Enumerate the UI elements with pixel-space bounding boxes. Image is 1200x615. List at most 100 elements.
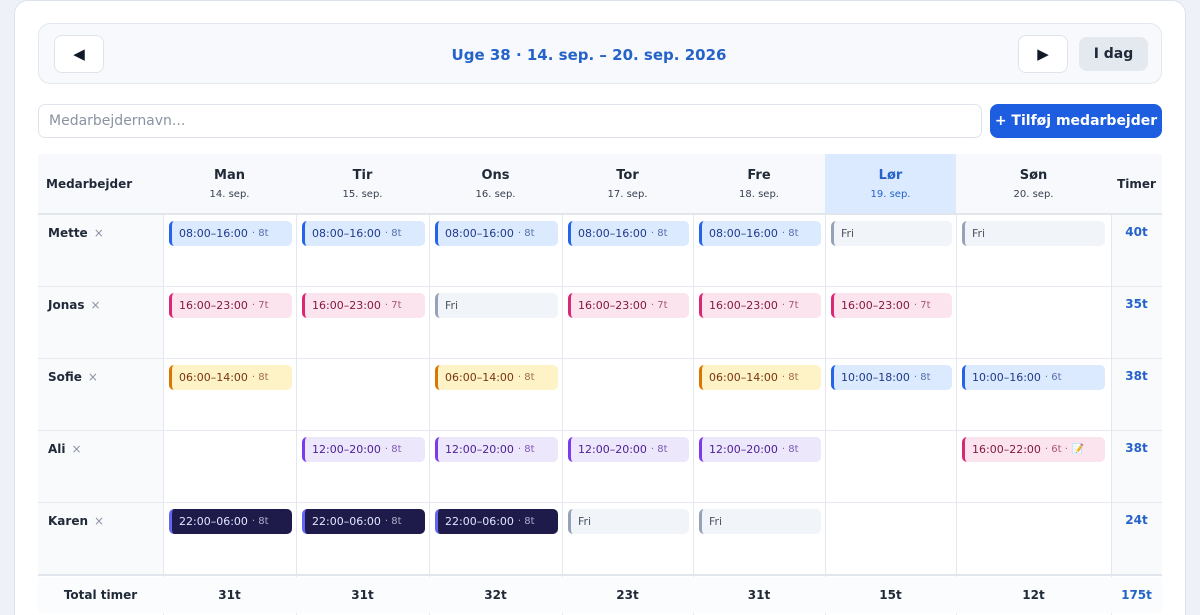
shift-hours: · 8t: [251, 228, 269, 239]
day-date: 20. sep.: [1013, 189, 1054, 200]
employee-name: Karen: [48, 514, 88, 528]
remove-employee-icon[interactable]: ×: [94, 226, 104, 240]
day-name: Lør: [878, 168, 903, 183]
shift-time: 10:00–18:00: [841, 371, 910, 384]
remove-employee-icon[interactable]: ×: [94, 514, 104, 528]
shift-slot[interactable]: [956, 502, 1111, 574]
shift-chip[interactable]: 16:00–23:00 · 7t: [568, 293, 689, 318]
next-week-button[interactable]: ▶: [1018, 35, 1068, 73]
row-divider: [38, 286, 1162, 287]
shift-slot[interactable]: [296, 358, 429, 430]
shift-hours: · 7t: [650, 300, 668, 311]
today-button[interactable]: I dag: [1079, 37, 1148, 71]
remove-employee-icon[interactable]: ×: [91, 298, 101, 312]
shift-chip[interactable]: 16:00–23:00 · 7t: [169, 293, 292, 318]
row-divider: [38, 213, 1162, 215]
employee-total-hours: 35t: [1111, 286, 1162, 358]
shift-chip[interactable]: 16:00–23:00 · 7t: [302, 293, 425, 318]
day-off-chip[interactable]: Fri: [435, 293, 558, 318]
shift-time: 22:00–06:00: [445, 515, 514, 528]
day-total-hours: 31t: [351, 588, 374, 602]
shift-chip[interactable]: 08:00–16:00 · 8t: [169, 221, 292, 246]
day-off-chip[interactable]: Fri: [962, 221, 1105, 246]
shift-chip[interactable]: 08:00–16:00 · 8t: [699, 221, 821, 246]
shift-chip[interactable]: 06:00–14:00 · 8t: [699, 365, 821, 390]
shift-time: 12:00–20:00: [312, 443, 381, 456]
shift-chip[interactable]: 06:00–14:00 · 8t: [435, 365, 558, 390]
employee-cell: Sofie ×: [38, 358, 163, 430]
employee-cell: Jonas ×: [38, 286, 163, 358]
shift-chip[interactable]: 16:00–23:00 · 7t: [831, 293, 952, 318]
shift-chip[interactable]: 08:00–16:00 · 8t: [568, 221, 689, 246]
employee-cell: Karen ×: [38, 502, 163, 574]
shift-time: 22:00–06:00: [179, 515, 248, 528]
day-off-chip[interactable]: Fri: [699, 509, 821, 534]
shift-hours: · 7t: [384, 300, 402, 311]
week-title: Uge 38 · 14. sep. – 20. sep. 2026: [451, 45, 727, 64]
shift-chip[interactable]: 12:00–20:00 · 8t: [568, 437, 689, 462]
day-header-3: Tor 17. sep.: [562, 154, 693, 214]
day-name: Man: [214, 168, 245, 183]
shift-time: 16:00–23:00: [179, 299, 248, 312]
column-divider: [429, 214, 430, 615]
shift-chip[interactable]: 22:00–06:00 · 8t: [302, 509, 425, 534]
employee-total-hours: 24t: [1111, 502, 1162, 574]
shift-chip[interactable]: 08:00–16:00 · 8t: [435, 221, 558, 246]
shift-chip[interactable]: 12:00–20:00 · 8t: [302, 437, 425, 462]
shift-hours: · 6t ·: [1044, 444, 1068, 455]
day-header-6: Søn 20. sep.: [956, 154, 1111, 214]
day-total-hours: 23t: [616, 588, 639, 602]
shift-chip[interactable]: 08:00–16:00 · 8t: [302, 221, 425, 246]
shift-chip[interactable]: 22:00–06:00 · 8t: [435, 509, 558, 534]
shift-time: 16:00–23:00: [312, 299, 381, 312]
employee-total-hours: 38t: [1111, 430, 1162, 502]
shift-time: 12:00–20:00: [709, 443, 778, 456]
shift-time: 08:00–16:00: [445, 227, 514, 240]
day-off-chip[interactable]: Fri: [831, 221, 952, 246]
employee-column-header: Medarbejder: [38, 154, 163, 214]
remove-employee-icon[interactable]: ×: [72, 442, 82, 456]
triangle-right-icon: ▶: [1037, 45, 1049, 63]
shift-chip[interactable]: 12:00–20:00 · 8t: [699, 437, 821, 462]
shift-hours: · 8t: [517, 228, 535, 239]
grand-total-hours: 175t: [1121, 588, 1152, 602]
shift-slot[interactable]: [825, 502, 956, 574]
shift-chip[interactable]: 06:00–14:00 · 8t: [169, 365, 292, 390]
shift-chip[interactable]: 10:00–18:00 · 8t: [831, 365, 952, 390]
shift-slot[interactable]: [163, 430, 296, 502]
remove-employee-icon[interactable]: ×: [88, 370, 98, 384]
shift-hours: · 8t: [517, 516, 535, 527]
shift-time: 16:00–23:00: [841, 299, 910, 312]
row-divider: [38, 502, 1162, 503]
add-employee-button[interactable]: + Tilføj medarbejder: [990, 104, 1162, 138]
shift-time: 06:00–14:00: [445, 371, 514, 384]
column-divider: [825, 214, 826, 615]
employee-name: Ali: [48, 442, 66, 456]
shift-slot[interactable]: [825, 430, 956, 502]
shift-chip[interactable]: 12:00–20:00 · 8t: [435, 437, 558, 462]
shift-time: 12:00–20:00: [578, 443, 647, 456]
shift-time: Fri: [841, 227, 855, 240]
day-header-1: Tir 15. sep.: [296, 154, 429, 214]
shift-chip[interactable]: 22:00–06:00 · 8t: [169, 509, 292, 534]
shift-chip[interactable]: 16:00–23:00 · 7t: [699, 293, 821, 318]
employee-cell: Ali ×: [38, 430, 163, 502]
employee-name-input[interactable]: [38, 104, 982, 138]
shift-slot[interactable]: [562, 358, 693, 430]
row-divider: [38, 574, 1162, 576]
day-header-5: Lør 19. sep.: [825, 154, 956, 214]
column-divider: [296, 214, 297, 615]
shift-time: 06:00–14:00: [709, 371, 778, 384]
employee-name: Jonas: [48, 298, 85, 312]
shift-chip[interactable]: 16:00–22:00 · 6t · 📝: [962, 437, 1105, 462]
shift-chip[interactable]: 10:00–16:00 · 6t: [962, 365, 1105, 390]
shift-time: 10:00–16:00: [972, 371, 1041, 384]
employee-name: Mette: [48, 226, 88, 240]
employee-total-hours: 40t: [1111, 214, 1162, 286]
shift-time: 16:00–23:00: [709, 299, 778, 312]
shift-slot[interactable]: [956, 286, 1111, 358]
previous-week-button[interactable]: ◀: [54, 35, 104, 73]
day-off-chip[interactable]: Fri: [568, 509, 689, 534]
day-total-hours: 31t: [218, 588, 241, 602]
row-divider: [38, 358, 1162, 359]
